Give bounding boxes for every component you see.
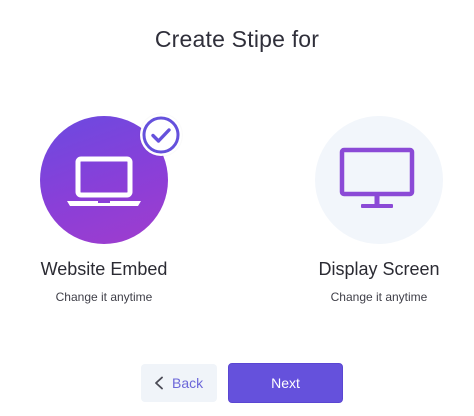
display-screen-subtitle: Change it anytime <box>330 290 428 304</box>
chevron-left-icon <box>155 376 163 390</box>
back-button-label: Back <box>172 375 204 391</box>
website-embed-label: Website Embed <box>40 259 168 279</box>
page-title: Create Stipe for <box>154 26 320 52</box>
website-embed-circle[interactable] <box>40 114 182 244</box>
option-website-embed[interactable]: Website Embed Change it anytime <box>24 114 184 304</box>
next-button[interactable]: Next <box>228 363 343 403</box>
create-stipe-page: Create Stipe for Website Embed Change it… <box>0 0 474 416</box>
selected-check-badge <box>140 114 182 156</box>
display-screen-label: Display Screen <box>318 259 440 279</box>
monitor-icon <box>339 147 415 208</box>
check-icon <box>142 116 180 154</box>
back-button[interactable]: Back <box>141 364 217 402</box>
display-screen-circle[interactable] <box>315 116 443 244</box>
option-display-screen[interactable]: Display Screen Change it anytime <box>299 116 459 304</box>
website-embed-subtitle: Change it anytime <box>55 290 153 304</box>
